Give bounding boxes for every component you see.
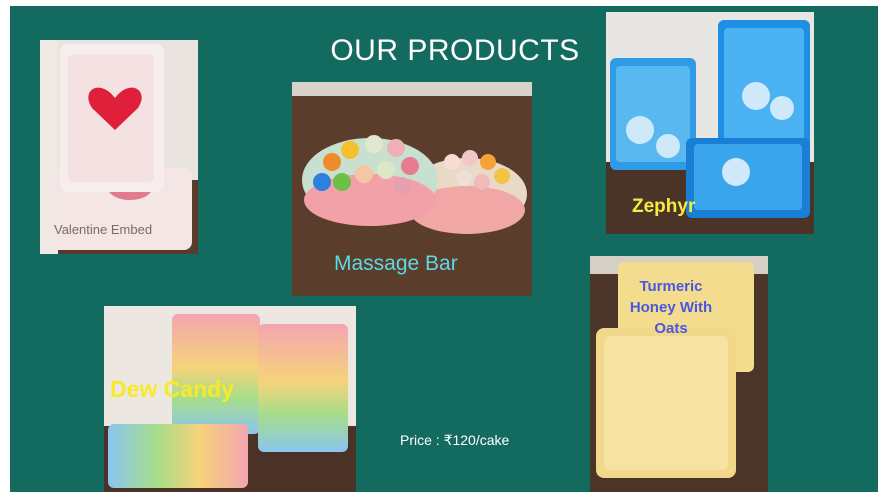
turmeric-honey-oats-photo: Turmeric Honey With Oats	[590, 256, 768, 492]
massage-bar-label: Massage Bar	[334, 252, 458, 275]
product-slide: OUR PRODUCTS Valentine Embed Massage Bar…	[10, 6, 878, 492]
zephyr-label: Zephyr	[632, 196, 696, 217]
dew-candy-photo: Dew Candy	[104, 306, 356, 492]
turmeric-honey-oats-label: Turmeric Honey With Oats	[629, 278, 713, 337]
valentine-embed-label: Valentine Embed	[54, 222, 153, 237]
slide-title: OUR PRODUCTS	[330, 34, 580, 67]
zephyr-photo: Zephyr	[606, 12, 814, 234]
price-text: Price : ₹120/cake	[400, 432, 510, 448]
valentine-embed-photo: Valentine Embed	[40, 40, 198, 254]
dew-candy-label: Dew Candy	[110, 376, 234, 402]
massage-bar-photo: Massage Bar	[292, 82, 532, 296]
